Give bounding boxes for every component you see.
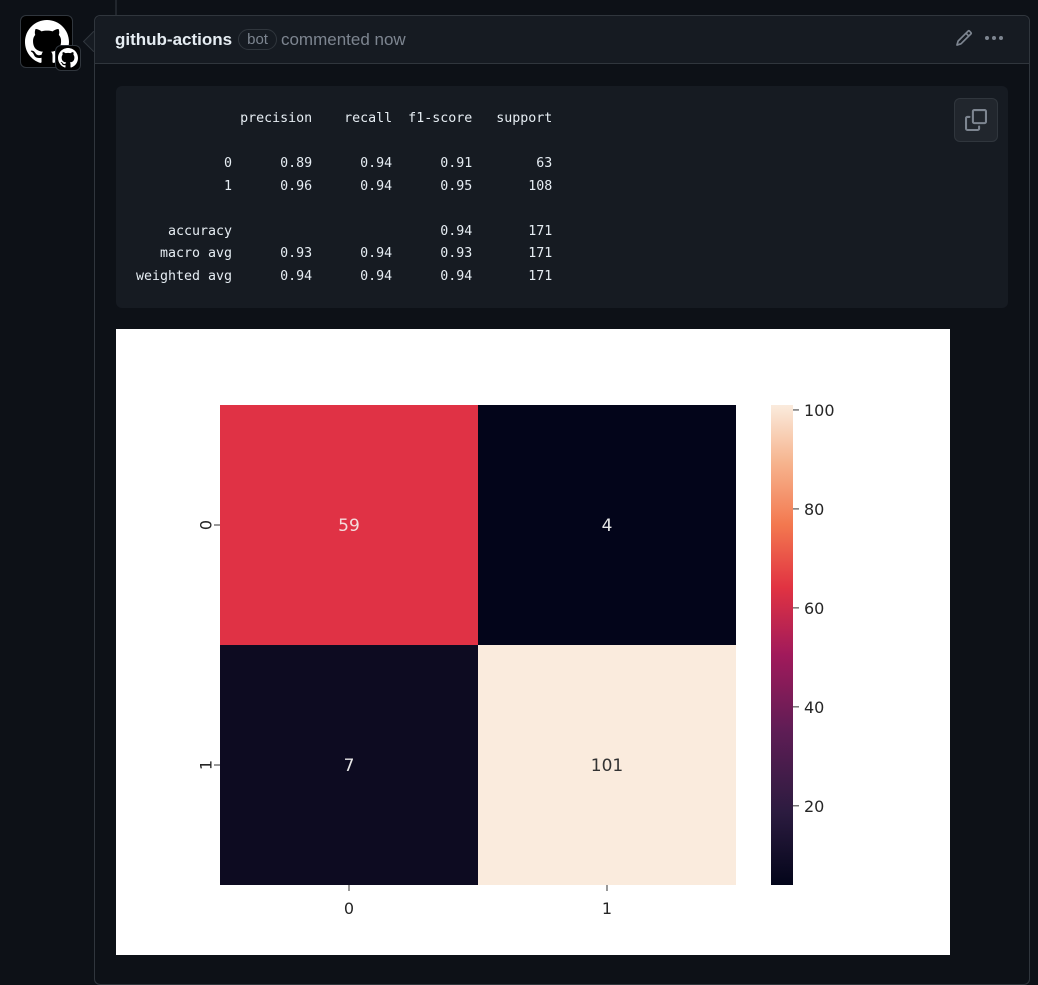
cell-annotation: 4 [602,516,613,536]
x-tick-label: 0 [344,899,354,918]
y-tick-label: 1 [197,760,216,770]
copy-icon [965,109,987,131]
confusion-matrix-heatmap: 59 47 101 0 101 20406080100 [197,401,835,918]
cell-annotation: 59 [338,516,360,536]
github-mark-icon [58,48,78,68]
colorbar-tick-label: 100 [804,401,835,420]
timeline-line [115,0,117,16]
comment-header: github-actions bot commented now [95,16,1029,64]
colorbar [771,405,793,885]
comment-box: github-actions bot commented now precisi… [94,15,1030,985]
cell-annotation: 7 [344,756,355,776]
kebab-horizontal-icon [985,36,1003,40]
colorbar-tick-label: 80 [804,500,824,519]
colorbar-tick-label: 40 [804,698,824,717]
classification-report: precision recall f1-score support 0 0.89… [136,111,553,284]
author-link[interactable]: github-actions [115,30,232,50]
y-tick-label: 0 [197,520,216,530]
code-block: precision recall f1-score support 0 0.89… [116,86,1008,308]
copy-button[interactable] [954,98,998,142]
cell-annotation: 101 [591,756,623,776]
edit-button[interactable] [955,29,973,47]
confusion-matrix-figure: 59 4 7 101 0101 20 40 60 80 100 [116,329,950,955]
colorbar-tick-label: 20 [804,797,824,816]
colorbar-tick-label: 60 [804,599,824,618]
comment-timestamp[interactable]: commented now [281,30,406,50]
x-tick-label: 1 [602,899,612,918]
more-options-button[interactable] [983,29,1005,47]
pencil-icon [956,30,972,46]
bot-badge: bot [238,29,277,50]
bot-avatar-badge [55,45,81,71]
